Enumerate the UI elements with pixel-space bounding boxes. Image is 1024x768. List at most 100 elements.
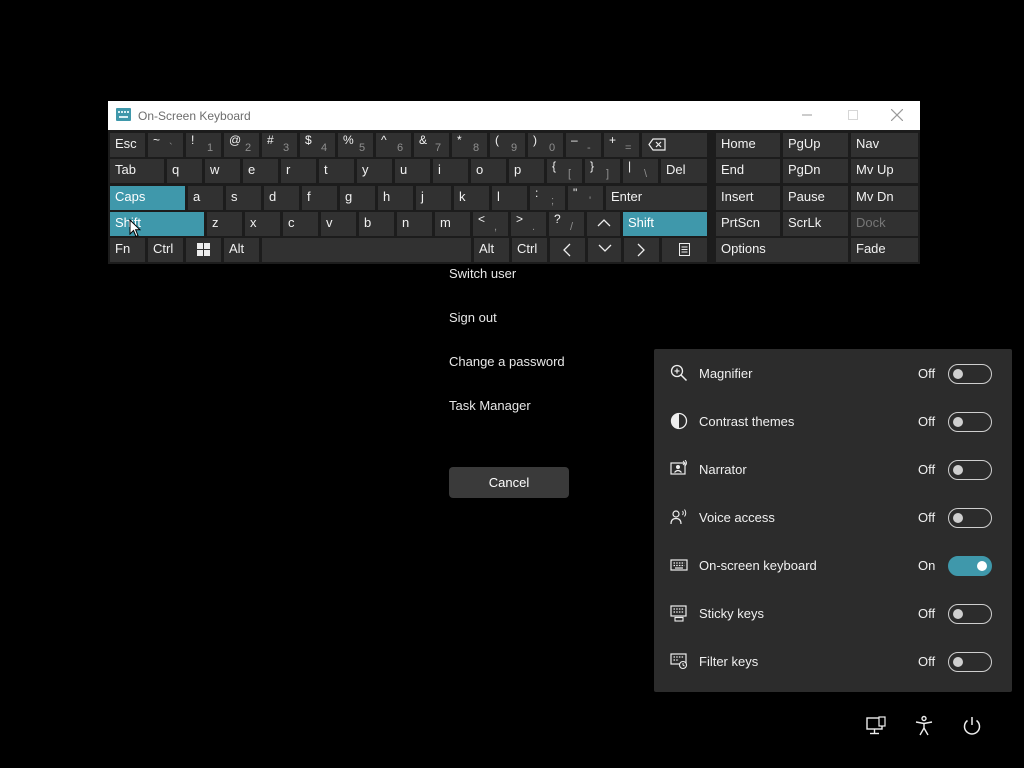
key-l[interactable]: l bbox=[492, 186, 527, 210]
key-del[interactable]: Del bbox=[661, 159, 707, 183]
key-f[interactable]: f bbox=[302, 186, 337, 210]
a11y-row-filter-keys[interactable]: Filter keys Off bbox=[654, 638, 1012, 686]
key-fn[interactable]: Fn bbox=[110, 238, 145, 262]
key-left-bracket[interactable]: {[ bbox=[547, 159, 582, 183]
task-manager-link[interactable]: Task Manager bbox=[449, 398, 531, 413]
key-4[interactable]: $4 bbox=[300, 133, 335, 157]
key-arrow-left[interactable] bbox=[550, 238, 585, 262]
key-z[interactable]: z bbox=[207, 212, 242, 236]
key-enter[interactable]: Enter bbox=[606, 186, 707, 210]
key-alt-right[interactable]: Alt bbox=[474, 238, 509, 262]
magnifier-toggle[interactable] bbox=[948, 364, 992, 384]
key-shift-right[interactable]: Shift bbox=[623, 212, 707, 236]
key-9[interactable]: (9 bbox=[490, 133, 525, 157]
a11y-row-magnifier[interactable]: Magnifier Off bbox=[654, 350, 1012, 398]
key-ctrl-right[interactable]: Ctrl bbox=[512, 238, 547, 262]
key-mv-up[interactable]: Mv Up bbox=[851, 159, 918, 183]
osk-title-bar[interactable]: On-Screen Keyboard bbox=[108, 101, 920, 130]
key-k[interactable]: k bbox=[454, 186, 489, 210]
key-p[interactable]: p bbox=[509, 159, 544, 183]
key-arrow-down[interactable] bbox=[588, 238, 621, 262]
a11y-row-on-screen-keyboard[interactable]: On-screen keyboard On bbox=[654, 542, 1012, 590]
a11y-row-narrator[interactable]: Narrator Off bbox=[654, 446, 1012, 494]
filter-keys-toggle[interactable] bbox=[948, 652, 992, 672]
key-backspace[interactable] bbox=[642, 133, 707, 157]
key-m[interactable]: m bbox=[435, 212, 470, 236]
key-scrlk[interactable]: ScrLk bbox=[783, 212, 848, 236]
key-s[interactable]: s bbox=[226, 186, 261, 210]
key-pgdn[interactable]: PgDn bbox=[783, 159, 848, 183]
key-d[interactable]: d bbox=[264, 186, 299, 210]
key-pause[interactable]: Pause bbox=[783, 186, 848, 210]
minimize-button[interactable] bbox=[784, 101, 830, 130]
key-t[interactable]: t bbox=[319, 159, 354, 183]
key-6[interactable]: ^ 6 bbox=[376, 133, 411, 157]
key-e[interactable]: e bbox=[243, 159, 278, 183]
key-esc[interactable]: Esc bbox=[110, 133, 145, 157]
key-caps[interactable]: Caps bbox=[110, 186, 185, 210]
sticky-keys-toggle[interactable] bbox=[948, 604, 992, 624]
key-g[interactable]: g bbox=[340, 186, 375, 210]
accessibility-icon[interactable] bbox=[913, 715, 935, 737]
a11y-row-contrast-themes[interactable]: Contrast themes Off bbox=[654, 398, 1012, 446]
key-w[interactable]: w bbox=[205, 159, 240, 183]
key-windows[interactable] bbox=[186, 238, 221, 262]
key-dock[interactable]: Dock bbox=[851, 212, 918, 236]
key-3[interactable]: #3 bbox=[262, 133, 297, 157]
key-0[interactable]: ) 0 bbox=[528, 133, 563, 157]
key-q[interactable]: q bbox=[167, 159, 202, 183]
key-y[interactable]: y bbox=[357, 159, 392, 183]
key-mv-dn[interactable]: Mv Dn bbox=[851, 186, 918, 210]
network-icon[interactable] bbox=[865, 715, 887, 737]
key-arrow-right[interactable] bbox=[624, 238, 659, 262]
key-b[interactable]: b bbox=[359, 212, 394, 236]
key-backslash[interactable]: | \ bbox=[623, 159, 658, 183]
key-slash[interactable]: ? / bbox=[549, 212, 584, 236]
key-i[interactable]: i bbox=[433, 159, 468, 183]
key-period[interactable]: >. bbox=[511, 212, 546, 236]
key-v[interactable]: v bbox=[321, 212, 356, 236]
key-r[interactable]: r bbox=[281, 159, 316, 183]
key-u[interactable]: u bbox=[395, 159, 430, 183]
key-ctrl-left[interactable]: Ctrl bbox=[148, 238, 183, 262]
a11y-row-voice-access[interactable]: Voice access Off bbox=[654, 494, 1012, 542]
contrast-themes-toggle[interactable] bbox=[948, 412, 992, 432]
key-2[interactable]: @2 bbox=[224, 133, 259, 157]
close-button[interactable] bbox=[874, 101, 920, 130]
key-shift-left[interactable]: Shift bbox=[110, 212, 204, 236]
key-h[interactable]: h bbox=[378, 186, 413, 210]
key-j[interactable]: j bbox=[416, 186, 451, 210]
key-8[interactable]: * 8 bbox=[452, 133, 487, 157]
key-semicolon[interactable]: :; bbox=[530, 186, 565, 210]
sign-out-link[interactable]: Sign out bbox=[449, 310, 497, 325]
change-password-link[interactable]: Change a password bbox=[449, 354, 565, 369]
key-fade[interactable]: Fade bbox=[851, 238, 918, 262]
on-screen-keyboard-toggle[interactable] bbox=[948, 556, 992, 576]
key-tab[interactable]: Tab bbox=[110, 159, 164, 183]
key-minus[interactable]: – - bbox=[566, 133, 601, 157]
key-pgup[interactable]: PgUp bbox=[783, 133, 848, 157]
key-options[interactable]: Options bbox=[716, 238, 848, 262]
a11y-row-sticky-keys[interactable]: Sticky keys Off bbox=[654, 590, 1012, 638]
key-o[interactable]: o bbox=[471, 159, 506, 183]
key-right-bracket[interactable]: }] bbox=[585, 159, 620, 183]
key-n[interactable]: n bbox=[397, 212, 432, 236]
voice-access-toggle[interactable] bbox=[948, 508, 992, 528]
key-x[interactable]: x bbox=[245, 212, 280, 236]
key-prtscn[interactable]: PrtScn bbox=[716, 212, 780, 236]
power-icon[interactable] bbox=[961, 715, 983, 737]
key-home[interactable]: Home bbox=[716, 133, 780, 157]
key-a[interactable]: a bbox=[188, 186, 223, 210]
key-insert[interactable]: Insert bbox=[716, 186, 780, 210]
key-tilde[interactable]: ~ ` bbox=[148, 133, 183, 157]
key-equals[interactable]: + = bbox=[604, 133, 639, 157]
maximize-button[interactable] bbox=[830, 101, 876, 130]
key-menu[interactable] bbox=[662, 238, 707, 262]
key-1[interactable]: ! 1 bbox=[186, 133, 221, 157]
key-quote[interactable]: " ' bbox=[568, 186, 603, 210]
key-end[interactable]: End bbox=[716, 159, 780, 183]
key-nav[interactable]: Nav bbox=[851, 133, 918, 157]
key-c[interactable]: c bbox=[283, 212, 318, 236]
key-arrow-up[interactable] bbox=[587, 212, 620, 236]
key-comma[interactable]: <, bbox=[473, 212, 508, 236]
